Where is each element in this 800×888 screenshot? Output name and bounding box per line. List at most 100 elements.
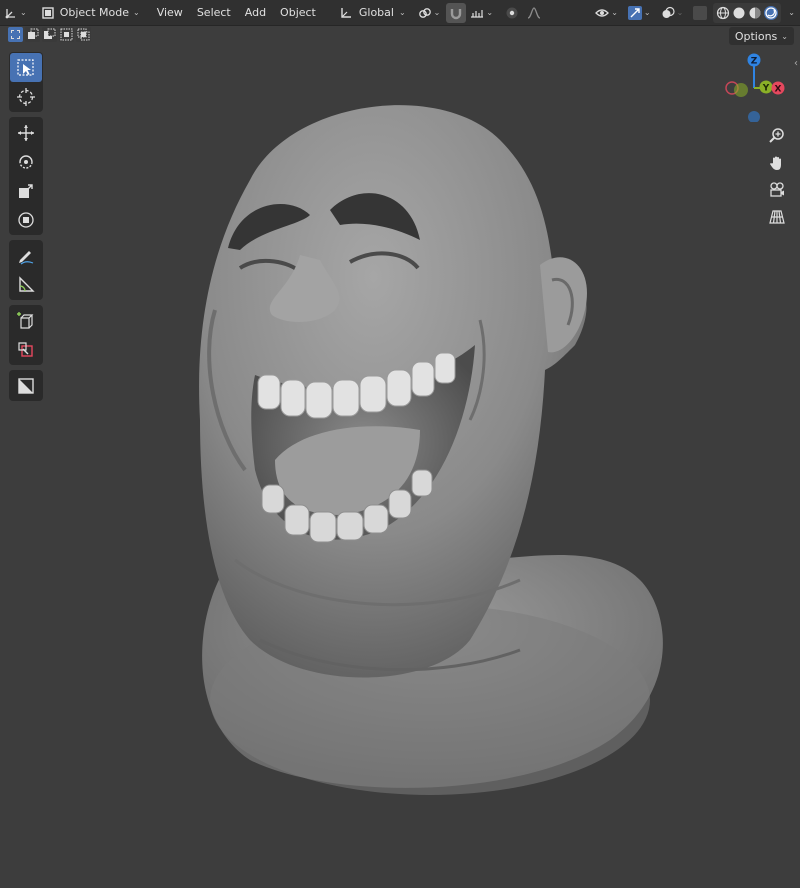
- wireframe-shading-icon[interactable]: [716, 6, 730, 20]
- select-tools-group: [9, 52, 43, 112]
- material-preview-icon[interactable]: [748, 6, 762, 20]
- rendered-shading-icon[interactable]: [764, 5, 779, 20]
- proportional-edit-toggle[interactable]: [501, 3, 523, 23]
- add-cube-tool[interactable]: [10, 306, 42, 335]
- snap-target-dropdown[interactable]: ⌄: [466, 3, 497, 23]
- proportional-edit-icon: [505, 6, 519, 20]
- zoom-magnifier-icon: [769, 128, 784, 143]
- mode-dropdown[interactable]: Object Mode ⌄: [37, 3, 144, 23]
- falloff-dropdown[interactable]: [523, 3, 545, 23]
- editor-type-button[interactable]: ⌄: [0, 3, 31, 23]
- visibility-dropdown[interactable]: ⌄: [591, 3, 622, 23]
- sidebar-collapse-arrow[interactable]: ‹: [794, 58, 798, 69]
- misc-tools-group: [9, 370, 43, 401]
- gizmo-toggle[interactable]: ⌄: [624, 3, 655, 23]
- chevron-down-icon: ⌄: [611, 8, 618, 17]
- eye-icon: [595, 6, 610, 20]
- image-square-icon: [18, 377, 34, 394]
- perspective-toggle-button[interactable]: [764, 204, 790, 230]
- tool-shelf: [9, 52, 43, 406]
- tool-settings-bar: Options ⌄: [0, 26, 800, 45]
- mode-label: Object Mode: [59, 6, 129, 19]
- 3d-viewport[interactable]: [0, 45, 800, 888]
- chevron-down-icon: ⌄: [20, 8, 27, 17]
- chevron-down-icon: ⌄: [788, 8, 795, 17]
- select-subtract-mode[interactable]: [42, 27, 57, 42]
- cursor-tool[interactable]: [10, 82, 42, 111]
- shading-options-dropdown[interactable]: ⌄: [781, 3, 800, 23]
- scale-tool[interactable]: [10, 176, 42, 205]
- measure-icon: [19, 275, 35, 292]
- menu-add[interactable]: Add: [238, 3, 273, 23]
- z-axis-label: Z: [751, 57, 758, 67]
- snap-toggle[interactable]: [446, 2, 467, 23]
- invert-icon: [60, 28, 73, 41]
- orientation-icon: [339, 6, 353, 20]
- chevron-down-icon: ⌄: [133, 8, 140, 17]
- intersect-icon: [77, 28, 90, 41]
- snap-increment-icon: [470, 6, 484, 20]
- select-extend-mode[interactable]: [25, 27, 40, 42]
- rotate-tool[interactable]: [10, 147, 42, 176]
- select-box-tool[interactable]: [10, 53, 42, 82]
- selection-mode-group: [8, 27, 91, 42]
- subtract-icon: [44, 28, 56, 39]
- select-box-icon: [17, 58, 34, 76]
- solid-shading-icon[interactable]: [732, 6, 746, 20]
- xray-icon: [693, 5, 708, 20]
- camera-icon: [770, 182, 784, 197]
- extend-icon: [28, 28, 39, 39]
- axes-icon: [4, 6, 18, 20]
- overlays-toggle[interactable]: ⌄: [657, 3, 688, 23]
- menu-view[interactable]: View: [150, 3, 190, 23]
- add-object-tool[interactable]: [10, 335, 42, 364]
- options-label: Options: [734, 29, 778, 43]
- y-axis-label: Y: [762, 84, 770, 94]
- move-arrows-icon: [18, 124, 34, 141]
- x-axis-label: X: [775, 85, 782, 95]
- sculpted-head-model: [199, 105, 663, 795]
- chevron-down-icon: ⌄: [676, 8, 684, 17]
- select-invert-mode[interactable]: [59, 27, 74, 42]
- transform-tool[interactable]: [10, 205, 42, 234]
- scale-icon: [19, 183, 33, 198]
- chevron-down-icon: ⌄: [643, 8, 651, 17]
- pencil-icon: [19, 250, 34, 264]
- transform-icon: [18, 211, 34, 228]
- neg-z-handle[interactable]: [748, 111, 760, 123]
- scene-toggle-tool[interactable]: [10, 371, 42, 400]
- falloff-curve-icon: [527, 6, 541, 20]
- navigation-gizmo[interactable]: Z Y X: [720, 50, 790, 123]
- rotate-icon: [19, 154, 33, 169]
- xray-toggle[interactable]: [689, 3, 711, 23]
- shading-modes: [713, 2, 782, 23]
- options-dropdown[interactable]: Options ⌄: [728, 27, 794, 45]
- viewport-header: ⌄ Object Mode ⌄ View Select Add Object G…: [0, 0, 800, 26]
- object-mode-icon: [41, 6, 55, 20]
- move-tool[interactable]: [10, 118, 42, 147]
- pan-button[interactable]: [764, 150, 790, 176]
- chevron-down-icon: ⌄: [486, 8, 494, 17]
- pivot-point-dropdown[interactable]: ⌄: [414, 3, 445, 23]
- select-intersect-mode[interactable]: [76, 27, 91, 42]
- chevron-down-icon: ⌄: [398, 8, 406, 17]
- menu-select[interactable]: Select: [190, 3, 238, 23]
- grid-perspective-icon: [769, 210, 785, 224]
- measure-tool[interactable]: [10, 270, 42, 299]
- neg-y-handle[interactable]: [734, 83, 748, 97]
- viewport-navigation: [764, 123, 790, 231]
- chevron-down-icon: ⌄: [433, 8, 441, 17]
- camera-view-button[interactable]: [764, 177, 790, 203]
- add-object-icon: [18, 341, 33, 357]
- add-cube-icon: [17, 311, 34, 329]
- select-new-mode[interactable]: [8, 27, 23, 42]
- transform-orientation-dropdown[interactable]: Global ⌄: [335, 3, 410, 23]
- magnet-icon: [449, 6, 463, 20]
- add-tools-group: [9, 305, 43, 365]
- zoom-button[interactable]: [764, 123, 790, 149]
- orientation-label: Global: [358, 6, 394, 19]
- annotate-tool[interactable]: [10, 241, 42, 270]
- menu-object[interactable]: Object: [273, 3, 323, 23]
- gizmo-arrows-icon: [627, 5, 642, 20]
- link-icon: [418, 6, 432, 20]
